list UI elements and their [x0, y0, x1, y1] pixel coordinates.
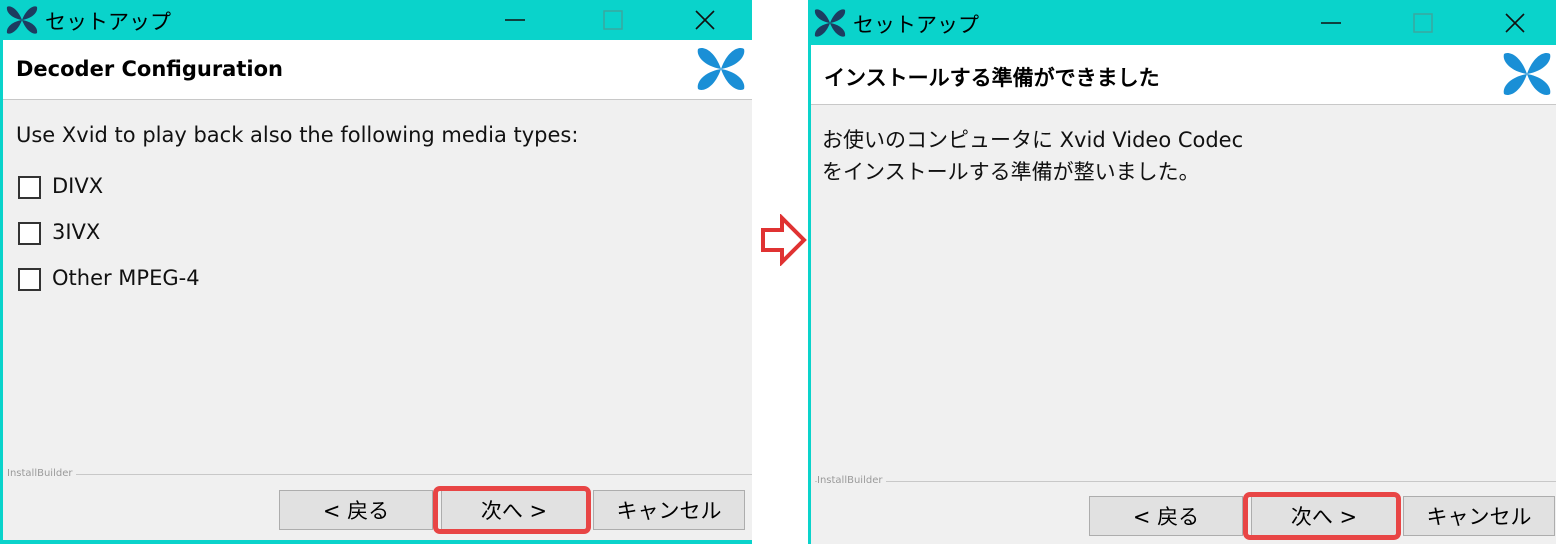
minimize-icon [1321, 22, 1341, 24]
xvid-logo-icon [1503, 53, 1551, 95]
maximize-button[interactable] [565, 0, 661, 40]
ready-message-line2: をインストールする準備が整いました。 [822, 160, 1200, 184]
close-button[interactable] [1467, 3, 1556, 43]
footer-divider [815, 481, 1556, 482]
next-button[interactable]: 次へ > [1251, 496, 1397, 536]
maximize-icon [1413, 13, 1433, 33]
prompt-text: Use Xvid to play back also the following… [16, 123, 579, 147]
right-arrow-icon [761, 214, 807, 266]
close-icon [1505, 13, 1525, 33]
minimize-button[interactable] [467, 0, 563, 40]
next-button[interactable]: 次へ > [441, 490, 587, 530]
maximize-button[interactable] [1375, 3, 1471, 43]
ready-message-line1: お使いのコンピュータに Xvid Video Codec [822, 128, 1244, 152]
footer-divider [7, 474, 752, 475]
xvid-logo-icon [6, 6, 38, 34]
title-bar[interactable]: セットアップ [3, 0, 752, 40]
footer-brand: InstallBuilder [7, 468, 77, 479]
setup-window-left: セットアップ Decoder Configuration Use Xvid to… [0, 0, 752, 544]
page-title: Decoder Configuration [16, 57, 283, 81]
page-title: インストールする準備ができました [824, 66, 1160, 90]
footer-brand: InstallBuilder [817, 475, 887, 486]
option-label: 3IVX [52, 220, 101, 244]
page-header: Decoder Configuration [3, 40, 752, 100]
checkbox-divx[interactable] [18, 176, 41, 199]
window-title: セットアップ [45, 10, 171, 34]
close-button[interactable] [657, 0, 752, 40]
cancel-button[interactable]: キャンセル [1403, 496, 1555, 536]
xvid-logo-icon [814, 9, 846, 37]
close-icon [695, 10, 715, 30]
option-label: Other MPEG-4 [52, 266, 200, 290]
option-label: DIVX [52, 174, 104, 198]
maximize-icon [603, 10, 623, 30]
checkbox-3ivx[interactable] [18, 222, 41, 245]
cancel-button[interactable]: キャンセル [593, 490, 745, 530]
back-button[interactable]: < 戻る [279, 490, 433, 530]
checkbox-other-mpeg4[interactable] [18, 268, 41, 291]
back-button[interactable]: < 戻る [1089, 496, 1243, 536]
xvid-logo-icon [697, 48, 745, 90]
minimize-button[interactable] [1283, 3, 1379, 43]
minimize-icon [505, 19, 525, 21]
window-title: セットアップ [853, 13, 979, 37]
setup-window-right: セットアップ インストールする準備ができました お使いのコンピュータに Xvid… [808, 0, 1556, 544]
title-bar[interactable]: セットアップ [811, 0, 1556, 45]
page-header: インストールする準備ができました [811, 45, 1556, 105]
